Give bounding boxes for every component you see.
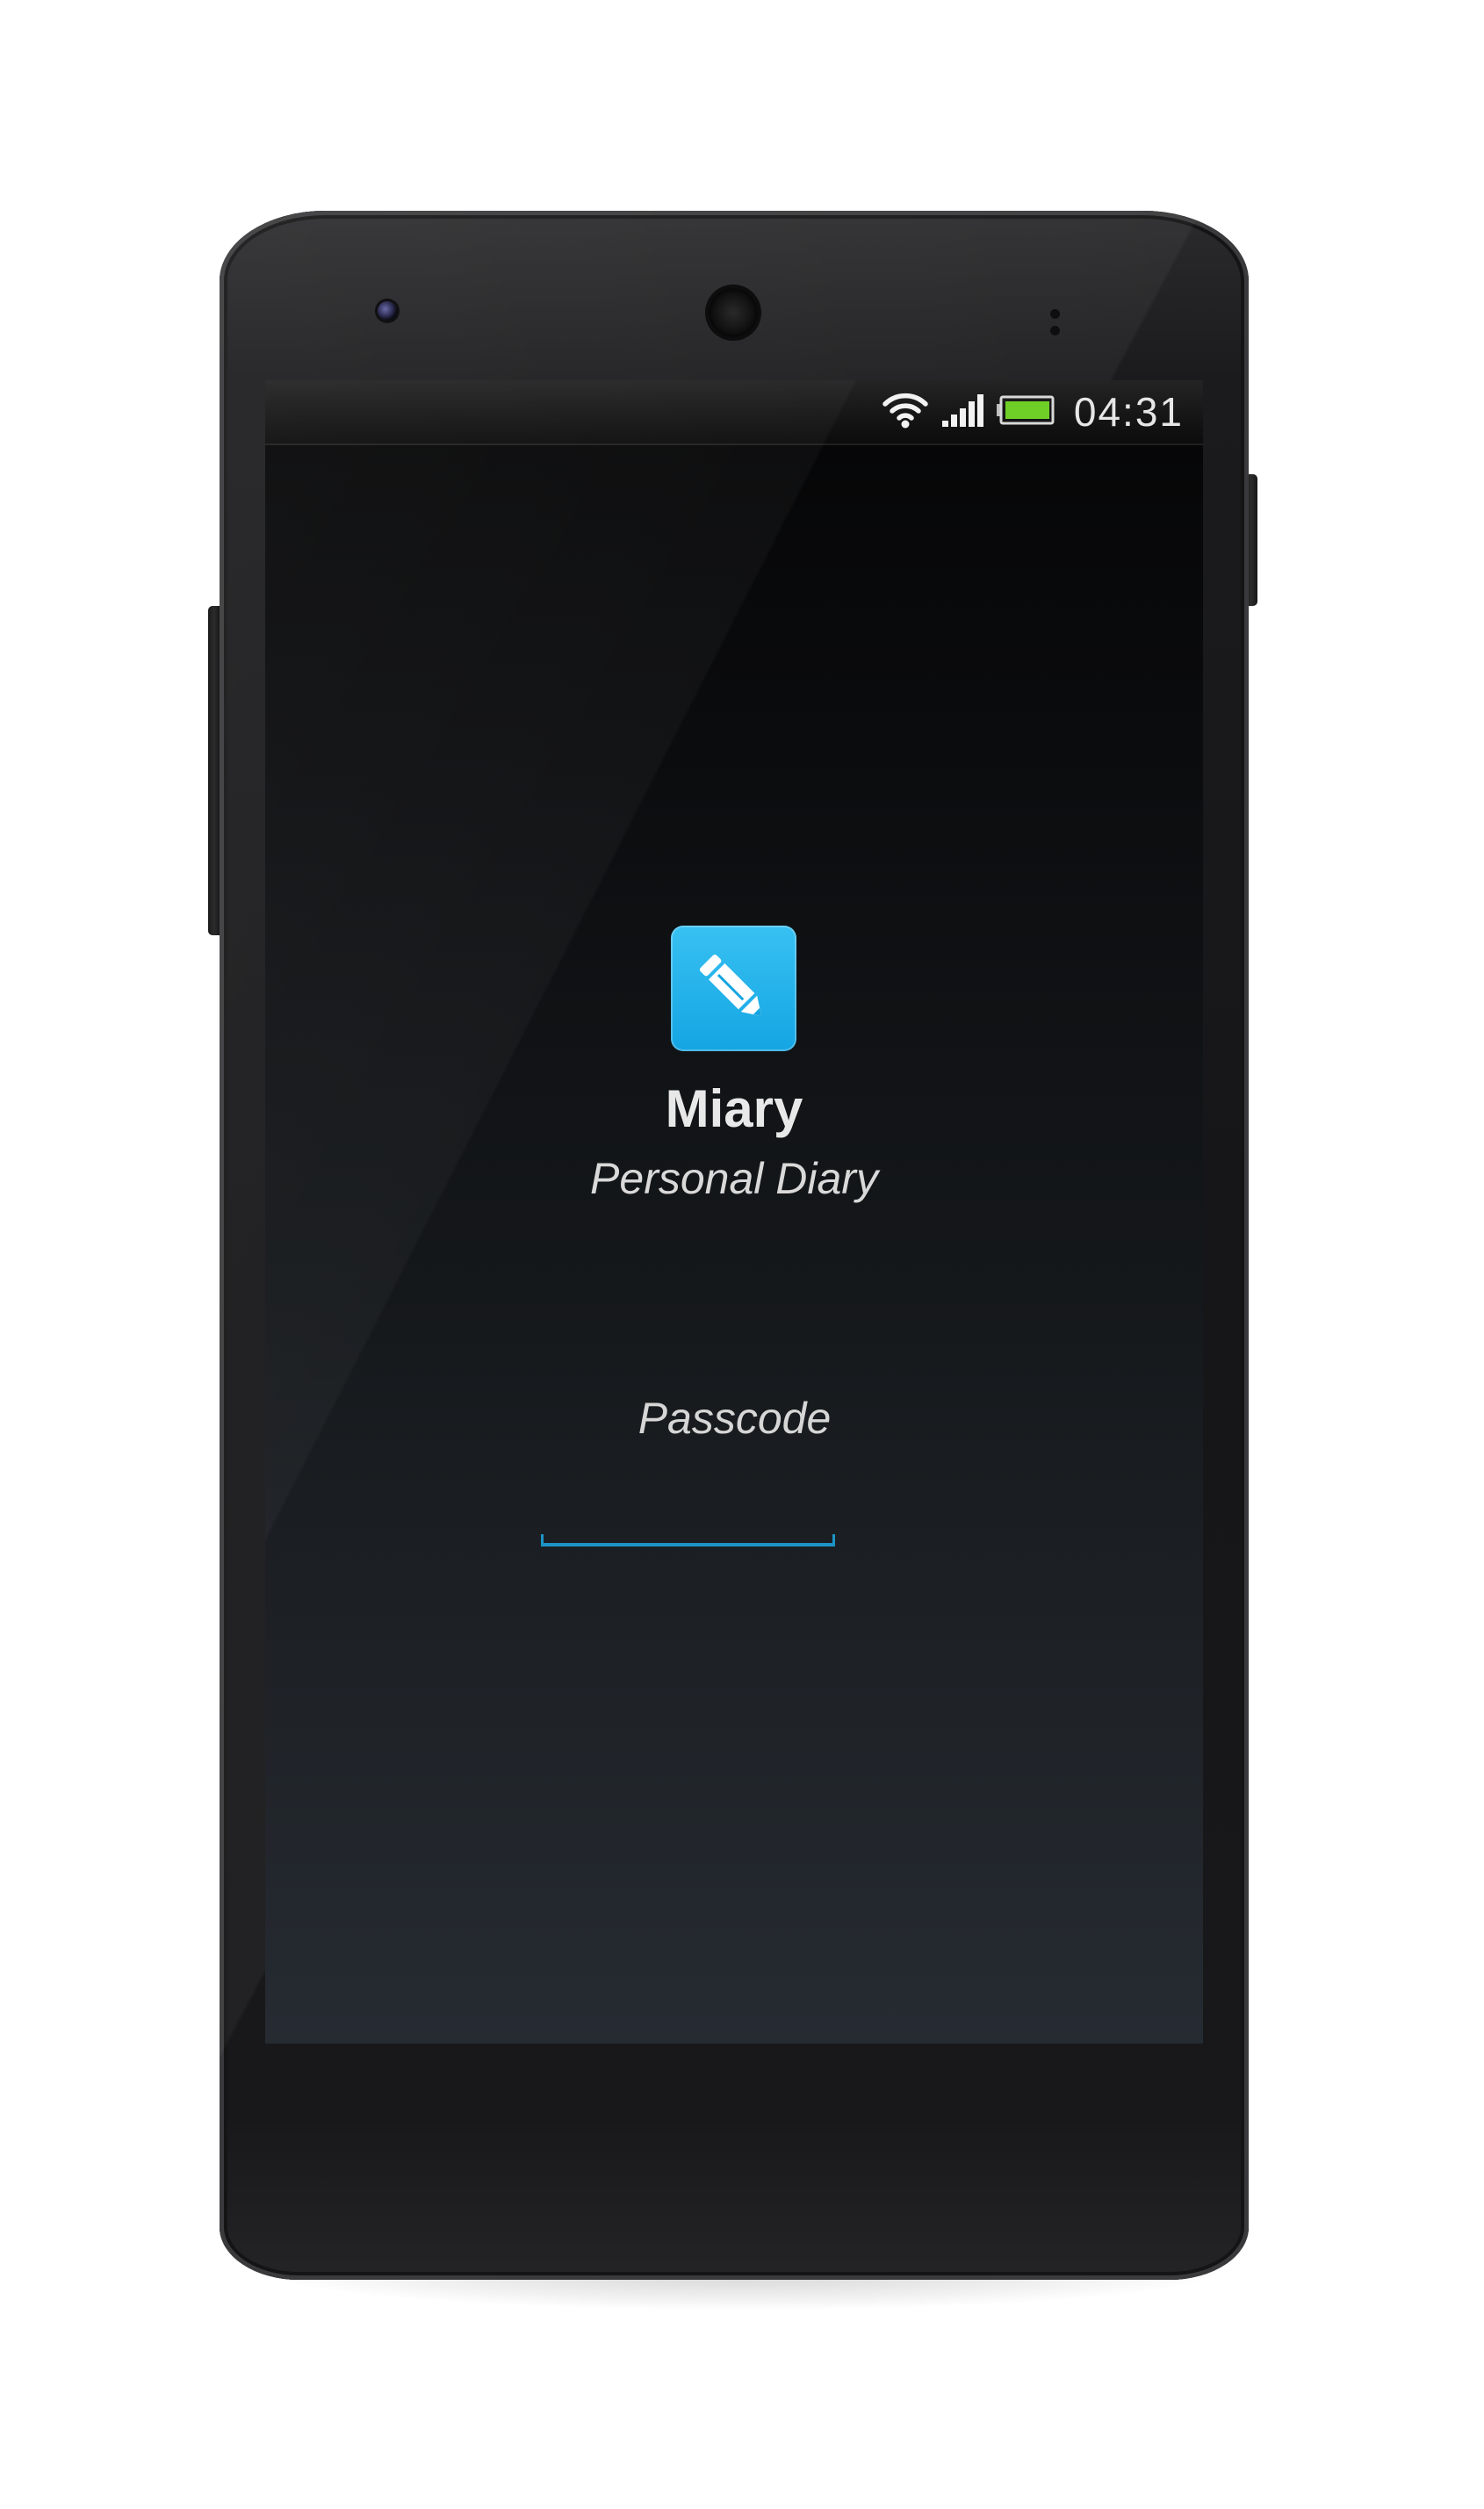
phone-frame: 04:31 Miary Personal Diary <box>220 211 1249 2280</box>
app-title: Miary <box>665 1079 803 1138</box>
app-subtitle: Personal Diary <box>590 1154 878 1203</box>
earpiece-speaker <box>709 288 758 337</box>
volume-button <box>208 606 220 935</box>
login-screen: Miary Personal Diary <box>265 380 1203 2044</box>
passcode-underline <box>541 1534 835 1546</box>
phone-screen: 04:31 Miary Personal Diary <box>265 380 1203 2044</box>
app-logo <box>671 926 796 1051</box>
proximity-sensors <box>1050 306 1091 335</box>
device-mockup-stage: 04:31 Miary Personal Diary <box>0 0 1484 2509</box>
pencil-edit-icon <box>699 954 762 1017</box>
front-camera <box>378 301 397 321</box>
passcode-input[interactable] <box>587 1366 882 1471</box>
